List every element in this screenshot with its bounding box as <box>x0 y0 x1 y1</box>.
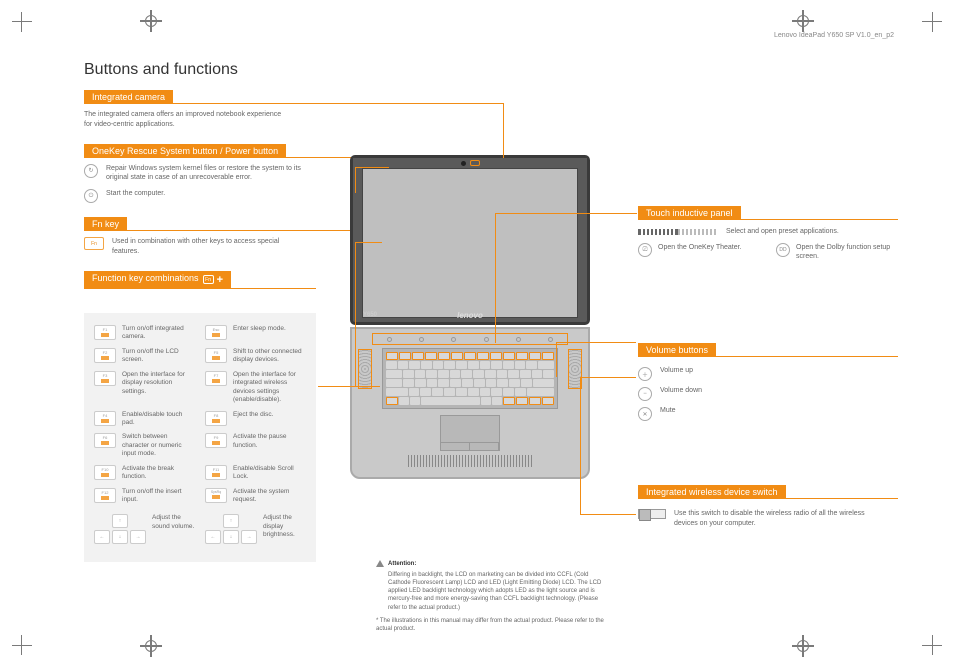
attention-note: * The illustrations in this manual may d… <box>376 617 606 633</box>
fn-badge-icon: Fn <box>203 275 214 284</box>
callout-line <box>580 377 581 515</box>
laptop-brand: lenovo <box>457 311 483 320</box>
key-f5-icon: F5 <box>205 348 227 363</box>
header-product: Lenovo IdeaPad Y650 SP V1.0_en_p2 <box>774 32 894 39</box>
callout-line <box>495 213 496 343</box>
laptop-model: Y650 <box>363 312 377 318</box>
key-sysrq-icon: SysRq <box>205 488 227 503</box>
key-esc-icon: Esc <box>205 325 227 340</box>
callout-line <box>580 377 636 378</box>
key-f9-icon: F9 <box>205 433 227 448</box>
touch-strip-icon <box>678 229 718 235</box>
crop-mark <box>932 12 933 32</box>
power-icon: ⏻ <box>84 189 98 203</box>
volume-item-text: Volume down <box>660 387 702 394</box>
registration-mark <box>792 635 814 657</box>
laptop-screen: Y650 lenovo <box>350 155 590 325</box>
key-f1-icon: F1 <box>94 325 116 340</box>
brightness-arrows-icon: ↑←↓→ <box>205 514 257 544</box>
camera-badge-icon <box>470 160 480 166</box>
key-f11-icon: F11 <box>205 465 227 480</box>
dolby-icon: DD <box>776 243 790 257</box>
crop-mark <box>932 635 933 655</box>
attention-block: Attention: Differing in backlight, the L… <box>376 560 606 633</box>
key-f4-icon: F4 <box>94 411 116 426</box>
touch-strip-icon <box>638 229 678 235</box>
volume-item-text: Volume up <box>660 367 693 374</box>
callout-line <box>495 213 637 214</box>
callout-line <box>318 386 380 387</box>
section-function-combos: Function key combinationsFn+ <box>84 271 231 288</box>
onekey-item-text: Start the computer. <box>106 189 165 199</box>
section-touch-panel: Touch inductive panel <box>638 206 741 220</box>
callout-line <box>355 167 389 168</box>
callout-line <box>355 242 382 243</box>
wireless-switch-icon <box>638 509 666 519</box>
registration-mark <box>140 10 162 32</box>
volume-item-text: Mute <box>660 407 676 414</box>
key-f8-icon: F8 <box>205 411 227 426</box>
camera-icon <box>461 161 466 166</box>
attention-text: Differing in backlight, the LCD on marke… <box>388 571 606 611</box>
crop-mark <box>12 21 32 22</box>
camera-description: The integrated camera offers an improved… <box>84 110 284 130</box>
crop-mark <box>12 645 32 646</box>
mute-icon: ✕ <box>638 407 652 421</box>
right-column: Touch inductive panel Select and open pr… <box>638 206 898 573</box>
section-volume: Volume buttons <box>638 343 716 357</box>
volume-down-icon: − <box>638 387 652 401</box>
registration-mark <box>792 10 814 32</box>
registration-mark <box>140 635 162 657</box>
section-onekey-power: OneKey Rescue System button / Power butt… <box>84 144 286 158</box>
page-title: Buttons and functions <box>84 61 238 79</box>
laptop-diagram: Y650 lenovo <box>350 155 590 479</box>
wireless-text: Use this switch to disable the wireless … <box>674 509 884 529</box>
key-f7-icon: F7 <box>205 371 227 386</box>
callout-line <box>580 514 636 515</box>
onekey-theater-icon: ⎚ <box>638 243 652 257</box>
callout-line <box>556 342 557 377</box>
touch-item-text: Open the OneKey Theater. <box>658 243 742 252</box>
touch-lead-text: Select and open preset applications. <box>726 228 839 235</box>
vent-icon <box>408 455 532 467</box>
section-integrated-camera: Integrated camera <box>84 90 173 104</box>
volume-arrows-icon: ↑←↓→ <box>94 514 146 544</box>
fn-key-text: Used in combination with other keys to a… <box>112 237 292 257</box>
volume-up-icon: ＋ <box>638 367 652 381</box>
key-f12-icon: F12 <box>94 488 116 503</box>
speaker-left-icon <box>358 349 372 389</box>
touch-panel <box>372 333 568 345</box>
key-f6-icon: F6 <box>94 433 116 448</box>
crop-mark <box>21 635 22 655</box>
key-f3-icon: F3 <box>94 371 116 386</box>
callout-line <box>355 242 356 386</box>
touchpad <box>440 415 500 451</box>
callout-line <box>556 342 636 343</box>
recovery-icon: ↻ <box>84 164 98 178</box>
touch-item-text: Open the Dolby function setup screen. <box>796 243 896 261</box>
fn-key-icon: Fn <box>84 237 104 250</box>
callout-line <box>355 167 356 193</box>
keyboard <box>382 348 558 409</box>
warning-icon <box>376 560 384 567</box>
onekey-item-text: Repair Windows system kernel files or re… <box>106 164 306 184</box>
crop-mark <box>21 12 22 32</box>
callout-line <box>503 104 504 158</box>
section-fn-key: Fn key <box>84 217 127 231</box>
key-f10-icon: F10 <box>94 465 116 480</box>
section-wireless-switch: Integrated wireless device switch <box>638 485 786 499</box>
key-f2-icon: F2 <box>94 348 116 363</box>
laptop-base <box>350 327 590 479</box>
attention-label: Attention: <box>388 561 416 567</box>
function-key-table: F1Turn on/off integrated camera.EscEnter… <box>84 313 316 562</box>
